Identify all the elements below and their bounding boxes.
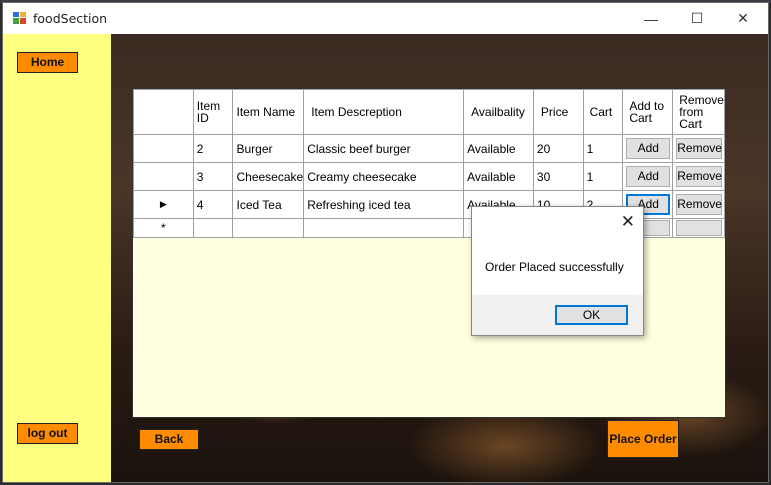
cell-cart[interactable]: 1 — [582, 134, 624, 163]
cell-remove: Remove — [672, 134, 725, 163]
column-header-description[interactable]: Item Descreption — [303, 89, 465, 135]
ok-button[interactable]: OK — [555, 305, 628, 325]
row-indicator[interactable] — [133, 162, 194, 191]
cell-item-name[interactable] — [232, 218, 305, 238]
cell-remove: Remove — [672, 190, 725, 219]
remove-from-cart-button[interactable]: Remove — [676, 138, 723, 159]
cell-add: Add — [622, 162, 674, 191]
add-to-cart-button[interactable]: Add — [626, 166, 671, 187]
column-header-availability[interactable]: Availbality — [463, 89, 534, 135]
cell-description[interactable]: Creamy cheesecake — [303, 162, 465, 191]
cell-remove: Remove — [672, 162, 725, 191]
cell-remove — [672, 218, 725, 238]
cell-price[interactable]: 20 — [532, 134, 584, 163]
cell-item-id[interactable] — [192, 218, 234, 238]
column-header-price[interactable]: Price — [532, 89, 584, 135]
remove-from-cart-button[interactable]: Remove — [676, 166, 723, 187]
app-icon — [12, 11, 27, 25]
add-to-cart-button[interactable]: Add — [626, 138, 671, 159]
table-row[interactable]: 2 Burger Classic beef burger Available 2… — [133, 134, 725, 163]
cell-item-name[interactable]: Burger — [232, 134, 305, 163]
place-order-button[interactable]: Place Order — [607, 420, 679, 458]
close-button[interactable]: ✕ — [720, 3, 766, 34]
dialog-footer: OK — [472, 295, 643, 335]
close-icon: ✕ — [737, 10, 749, 26]
header-row: Item ID Item Name Item Descreption Avail… — [133, 89, 725, 135]
column-header-add-to-cart[interactable]: Add to Cart — [622, 89, 674, 135]
cell-item-id[interactable]: 2 — [192, 134, 234, 163]
dialog-message: Order Placed successfully — [485, 260, 624, 274]
cell-availability[interactable]: Available — [463, 162, 534, 191]
cell-item-id[interactable]: 4 — [192, 190, 234, 219]
row-indicator-current[interactable]: ▶ — [133, 190, 194, 219]
message-dialog: ✕ Order Placed successfully OK — [471, 206, 644, 336]
cell-item-name[interactable]: Iced Tea — [232, 190, 305, 219]
maximize-button[interactable]: ☐ — [674, 3, 720, 34]
table-row[interactable]: 3 Cheesecake Creamy cheesecake Available… — [133, 162, 725, 191]
remove-from-cart-button[interactable]: Remove — [676, 194, 723, 215]
column-header-item-name[interactable]: Item Name — [232, 89, 305, 135]
cell-availability[interactable]: Available — [463, 134, 534, 163]
cell-description[interactable] — [303, 218, 465, 238]
home-button[interactable]: Home — [17, 52, 78, 73]
dialog-close-icon[interactable]: ✕ — [621, 212, 635, 232]
cell-item-name[interactable]: Cheesecake — [232, 162, 305, 191]
column-header-remove-from-cart[interactable]: Remove from Cart — [672, 89, 725, 135]
logout-button[interactable]: log out — [17, 423, 78, 444]
minimize-button[interactable]: — — [628, 3, 674, 34]
column-header-cart[interactable]: Cart — [582, 89, 624, 135]
back-button[interactable]: Back — [139, 429, 199, 450]
app-window: foodSection — ☐ ✕ Home log out Back Plac… — [2, 2, 769, 483]
new-row-indicator[interactable]: * — [133, 218, 194, 238]
column-header-item-id[interactable]: Item ID — [192, 89, 234, 135]
cell-cart[interactable]: 1 — [582, 162, 624, 191]
cell-description[interactable]: Refreshing iced tea — [303, 190, 465, 219]
title-bar: foodSection — ☐ ✕ — [3, 3, 768, 34]
cell-add: Add — [622, 134, 674, 163]
maximize-icon: ☐ — [690, 10, 704, 26]
cell-price[interactable]: 30 — [532, 162, 584, 191]
row-header-corner — [133, 89, 194, 135]
cell-description[interactable]: Classic beef burger — [303, 134, 465, 163]
row-indicator[interactable] — [133, 134, 194, 163]
minimize-icon: — — [644, 10, 658, 27]
window-title: foodSection — [33, 11, 108, 26]
remove-from-cart-button[interactable] — [676, 220, 723, 236]
cell-item-id[interactable]: 3 — [192, 162, 234, 191]
client-area: Home log out Back Place Order Item ID It… — [3, 34, 768, 482]
sidebar — [3, 34, 111, 482]
